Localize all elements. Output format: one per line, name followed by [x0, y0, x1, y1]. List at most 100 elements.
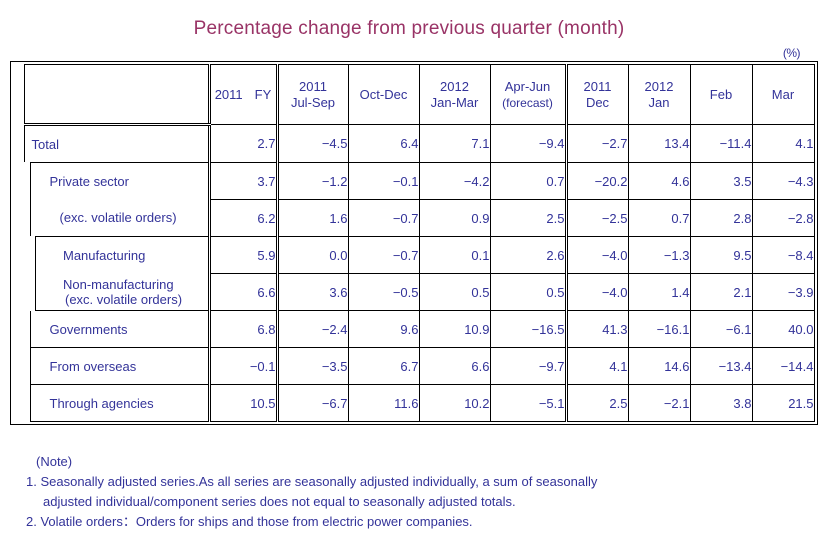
- table-header: 2011 FY 2011 Jul-Sep Oct-Dec 2012 Jan-Mar…: [23, 64, 815, 126]
- header-fy-year: 2011: [214, 86, 243, 102]
- cell-mfg-jul-sep: 0.0: [275, 236, 349, 274]
- cell-gov-dec: 41.3: [564, 310, 629, 348]
- cell-gov-fy2011: 6.8: [207, 310, 278, 348]
- cell-nonmfg-jul-sep: 3.6: [275, 273, 349, 311]
- cell-private-exc-jan-mar: 0.9: [418, 199, 491, 237]
- header-col-oct-dec: Oct-Dec: [347, 64, 420, 125]
- row-label-text: Manufacturing: [63, 247, 146, 263]
- cell-private-feb: 3.5: [689, 162, 753, 200]
- table-row: Non-manufacturing (exc. volatile orders)…: [13, 273, 815, 311]
- cell-total-apr-jun: −9.4: [489, 124, 567, 163]
- cell-gov-jan-mar: 10.9: [418, 310, 491, 348]
- header-period-feb: Feb: [709, 86, 733, 102]
- header-period-apr-jun: Apr-Jun: [504, 78, 551, 94]
- row-label-through-agencies: Through agencies: [18, 384, 210, 422]
- cell-private-fy2011: 3.7: [207, 162, 278, 200]
- cell-nonmfg-jan: 1.4: [627, 273, 691, 311]
- cell-private-exc-mar: −2.8: [751, 199, 815, 237]
- cell-overseas-mar: −14.4: [751, 347, 815, 385]
- table-container: 2011 FY 2011 Jul-Sep Oct-Dec 2012 Jan-Mar…: [10, 61, 818, 425]
- cell-total-dec: −2.7: [564, 124, 629, 163]
- notes-section: (Note) 1. Seasonally adjusted series.As …: [13, 452, 803, 532]
- cell-private-apr-jun: 0.7: [489, 162, 567, 200]
- quarterly-change-table: 2011 FY 2011 Jul-Sep Oct-Dec 2012 Jan-Mar…: [10, 61, 818, 425]
- cell-mfg-dec: −4.0: [564, 236, 629, 274]
- cell-overseas-oct-dec: 6.7: [347, 347, 420, 385]
- cell-nonmfg-apr-jun: 0.5: [489, 273, 567, 311]
- cell-nonmfg-jan-mar: 0.5: [418, 273, 491, 311]
- row-label-text: (exc. volatile orders): [59, 210, 177, 226]
- cell-nonmfg-mar: −3.9: [751, 273, 815, 311]
- row-label-text: Non-manufacturing: [63, 276, 174, 292]
- cell-overseas-fy2011: −0.1: [207, 347, 278, 385]
- cell-gov-feb: −6.1: [689, 310, 753, 348]
- cell-private-exc-jul-sep: 1.6: [275, 199, 349, 237]
- cell-private-exc-apr-jun: 2.5: [489, 199, 567, 237]
- header-period-jan: Jan: [648, 94, 670, 110]
- header-year-2012-q: 2012: [440, 78, 469, 94]
- row-label-non-manufacturing: Non-manufacturing (exc. volatile orders): [13, 273, 210, 311]
- cell-total-oct-dec: 6.4: [347, 124, 420, 163]
- header-corner: [23, 64, 210, 126]
- note-item-1: 1. Seasonally adjusted series.As all ser…: [26, 474, 598, 489]
- cell-mfg-fy2011: 5.9: [207, 236, 278, 274]
- header-fy-period: FY: [254, 86, 272, 102]
- cell-overseas-apr-jun: −9.7: [489, 347, 567, 385]
- table-row: Private sector 3.7 −1.2 −0.1 −4.2 0.7 −2…: [18, 162, 815, 200]
- cell-agencies-dec: 2.5: [564, 384, 629, 422]
- header-year-2012-m: 2012: [644, 78, 674, 94]
- cell-gov-jan: −16.1: [627, 310, 691, 348]
- unit-label: (%): [782, 46, 801, 60]
- cell-agencies-apr-jun: −5.1: [489, 384, 567, 422]
- header-col-apr-jun: Apr-Jun (forecast): [489, 64, 567, 125]
- cell-overseas-jul-sep: −3.5: [275, 347, 349, 385]
- header-row: 2011 FY 2011 Jul-Sep Oct-Dec 2012 Jan-Mar…: [23, 64, 815, 126]
- cell-nonmfg-feb: 2.1: [689, 273, 753, 311]
- cell-total-feb: −11.4: [689, 124, 753, 163]
- header-year-2011-m: 2011: [583, 78, 612, 94]
- cell-mfg-jan: −1.3: [627, 236, 691, 274]
- cell-gov-apr-jun: −16.5: [489, 310, 567, 348]
- table-row: From overseas −0.1 −3.5 6.7 6.6 −9.7 4.1…: [18, 347, 815, 385]
- row-label-text: From overseas: [49, 358, 137, 374]
- header-period-dec: Dec: [585, 94, 610, 110]
- table-body: Total 2.7 −4.5 6.4 7.1 −9.4 −2.7 13.4 −1…: [13, 124, 815, 422]
- header-col-fy2011: 2011 FY: [207, 64, 278, 125]
- table-row: Total 2.7 −4.5 6.4 7.1 −9.4 −2.7 13.4 −1…: [23, 124, 815, 163]
- cell-private-oct-dec: −0.1: [347, 162, 420, 200]
- cell-overseas-jan-mar: 6.6: [418, 347, 491, 385]
- cell-gov-oct-dec: 9.6: [347, 310, 420, 348]
- cell-total-fy2011: 2.7: [207, 124, 278, 163]
- table-row: Governments 6.8 −2.4 9.6 10.9 −16.5 41.3…: [18, 310, 815, 348]
- cell-private-dec: −20.2: [564, 162, 629, 200]
- cell-total-jan: 13.4: [627, 124, 691, 163]
- header-period-jan-mar: Jan-Mar: [430, 94, 479, 110]
- note-item-1-continued: adjusted individual/component series doe…: [43, 494, 516, 509]
- cell-overseas-feb: −13.4: [689, 347, 753, 385]
- row-label-private-sector: Private sector: [18, 162, 210, 200]
- cell-mfg-mar: −8.4: [751, 236, 815, 274]
- cell-agencies-jul-sep: −6.7: [275, 384, 349, 422]
- row-label-total: Total: [23, 124, 210, 163]
- notes-heading: (Note): [36, 454, 73, 469]
- row-label-private-exc-volatile: (exc. volatile orders): [18, 199, 210, 237]
- cell-nonmfg-fy2011: 6.6: [207, 273, 278, 311]
- cell-total-jan-mar: 7.1: [418, 124, 491, 163]
- row-label-from-overseas: From overseas: [18, 347, 210, 385]
- row-label-governments: Governments: [18, 310, 210, 348]
- table-row: (exc. volatile orders) 6.2 1.6 −0.7 0.9 …: [18, 199, 815, 237]
- note-item-2: 2. Volatile orders：Orders for ships and …: [26, 514, 473, 529]
- cell-agencies-jan-mar: 10.2: [418, 384, 491, 422]
- cell-gov-jul-sep: −2.4: [275, 310, 349, 348]
- row-label-text: Governments: [49, 321, 128, 337]
- header-col-jul-sep: 2011 Jul-Sep: [275, 64, 349, 125]
- cell-mfg-apr-jun: 2.6: [489, 236, 567, 274]
- cell-overseas-dec: 4.1: [564, 347, 629, 385]
- cell-private-exc-jan: 0.7: [627, 199, 691, 237]
- cell-agencies-mar: 21.5: [751, 384, 815, 422]
- cell-private-exc-feb: 2.8: [689, 199, 753, 237]
- cell-agencies-fy2011: 10.5: [207, 384, 278, 422]
- cell-mfg-jan-mar: 0.1: [418, 236, 491, 274]
- header-col-feb: Feb: [689, 64, 753, 125]
- cell-private-exc-fy2011: 6.2: [207, 199, 278, 237]
